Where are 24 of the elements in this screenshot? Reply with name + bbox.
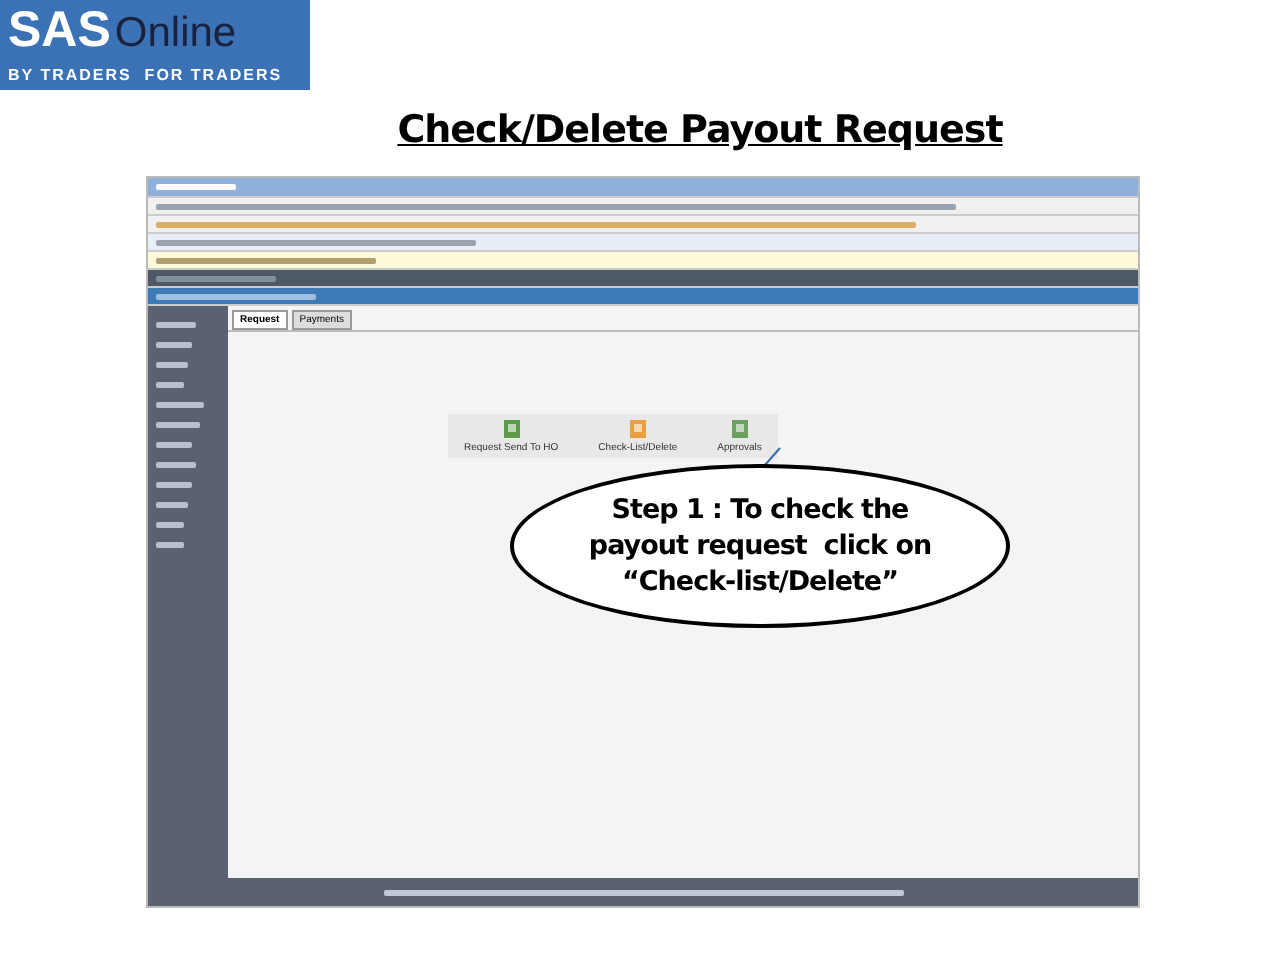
document-icon	[501, 418, 522, 440]
illegible-menu-label	[156, 522, 184, 528]
slide-title: Check/Delete Payout Request	[397, 108, 1003, 156]
illegible-menu-label	[156, 442, 192, 448]
illegible-menu-label	[156, 402, 204, 408]
callout-text: payout request click on	[588, 528, 932, 564]
illegible-menu-label	[156, 422, 200, 428]
folder-icon	[627, 418, 648, 440]
illegible-company-name	[156, 275, 276, 281]
illegible-menu-label	[156, 362, 188, 368]
logo-brand: SAS	[8, 4, 111, 56]
illegible-tab-label	[156, 184, 236, 190]
illegible-menu-label	[156, 382, 184, 388]
illegible-menu-label	[156, 342, 192, 348]
callout-text: “Check-list/Delete”	[622, 564, 898, 600]
logo-tagline: BY TRADERS FOR TRADERS	[8, 66, 285, 84]
callout-text: Step 1 : To check the	[611, 492, 909, 528]
illegible-menu-label	[156, 322, 196, 328]
logo-suffix: Online	[114, 8, 237, 60]
illegible-menu-label	[156, 462, 196, 468]
illegible-menu-label	[156, 502, 188, 508]
document-icon	[729, 418, 750, 440]
illegible-menu-label	[156, 482, 192, 488]
illegible-menu-label	[156, 542, 184, 548]
